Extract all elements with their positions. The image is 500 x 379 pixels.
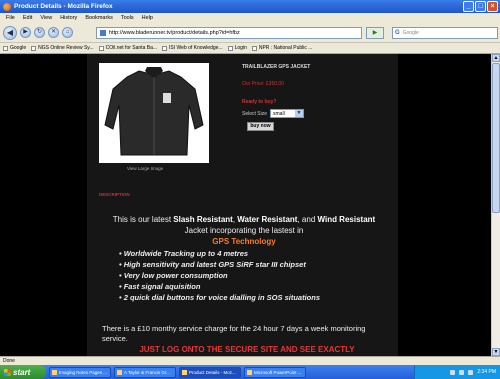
menu-history[interactable]: History bbox=[60, 15, 77, 21]
clock: 2:34 PM bbox=[477, 369, 496, 375]
taskbar-item-firefox[interactable]: Product Details - Moz... bbox=[179, 366, 241, 378]
bookmark-icon bbox=[227, 45, 233, 51]
status-bar: Done bbox=[0, 356, 500, 365]
forward-button[interactable]: ▶ bbox=[20, 27, 31, 38]
window-title: Product Details - Mozilla Firefox bbox=[14, 3, 113, 10]
list-item: Very low power consumption bbox=[119, 270, 389, 281]
bookmark-login[interactable]: Login bbox=[227, 45, 247, 51]
product-title: TRAILBLAZER GPS JACKET bbox=[242, 64, 311, 70]
taskbar-item-powerpoint[interactable]: Microsoft PowerPoint ... bbox=[244, 366, 306, 378]
view-large-image-link[interactable]: View Large Image bbox=[127, 166, 163, 171]
firefox-icon bbox=[3, 2, 11, 11]
product-image[interactable] bbox=[99, 63, 209, 163]
stop-button[interactable]: ✕ bbox=[48, 27, 59, 38]
logon-text: JUST LOG ONTO THE SECURE SITE AND SEE EX… bbox=[139, 345, 355, 354]
size-value: small bbox=[273, 110, 285, 117]
window-controls: _ □ × bbox=[463, 1, 498, 12]
scroll-down-icon[interactable]: ▼ bbox=[492, 348, 500, 356]
buy-now-button[interactable]: buy now bbox=[247, 122, 274, 131]
app-icon bbox=[182, 369, 187, 375]
start-button[interactable]: start bbox=[0, 365, 46, 379]
bookmark-isi[interactable]: ISI Web of Knowledge... bbox=[162, 45, 223, 51]
bookmark-google[interactable]: Google bbox=[3, 45, 26, 51]
size-label: Select Size bbox=[242, 110, 268, 117]
bookmark-icon bbox=[31, 45, 37, 51]
product-page: View Large Image TRAILBLAZER GPS JACKET … bbox=[87, 54, 398, 356]
scroll-up-icon[interactable]: ▲ bbox=[492, 54, 500, 62]
maximize-button[interactable]: □ bbox=[475, 1, 486, 12]
app-icon bbox=[52, 369, 57, 375]
menu-bar: File Edit View History Bookmarks Tools H… bbox=[0, 13, 500, 23]
site-favicon-icon bbox=[100, 30, 106, 36]
menu-view[interactable]: View bbox=[40, 15, 52, 21]
windows-logo-icon bbox=[4, 368, 11, 376]
size-row: Select Size small ▼ bbox=[242, 109, 305, 118]
back-button[interactable]: ◀ bbox=[3, 25, 17, 40]
volume-icon[interactable] bbox=[459, 369, 465, 375]
minimize-button[interactable]: _ bbox=[463, 1, 474, 12]
bookmark-icon bbox=[251, 45, 257, 51]
gps-technology-text: GPS Technology bbox=[212, 237, 276, 246]
vertical-scrollbar[interactable]: ▲ ▼ bbox=[491, 54, 500, 356]
size-select[interactable]: small ▼ bbox=[270, 109, 305, 118]
bookmarks-toolbar: Google NGS Online Review Sy... COil.net … bbox=[0, 43, 500, 54]
network-icon[interactable] bbox=[450, 369, 456, 375]
google-icon: G bbox=[395, 30, 400, 36]
feature-list: Worldwide Tracking up to 4 metres High s… bbox=[119, 248, 389, 303]
scroll-thumb[interactable] bbox=[492, 63, 500, 213]
bookmark-icon bbox=[162, 45, 168, 51]
page-viewport: View Large Image TRAILBLAZER GPS JACKET … bbox=[0, 54, 500, 356]
jacket-image bbox=[104, 67, 204, 156]
list-item: 2 quick dial buttons for voice dialling … bbox=[119, 292, 389, 303]
description-intro: This is our latest Slash Resistant, Wate… bbox=[112, 215, 376, 246]
list-item: Worldwide Tracking up to 4 metres bbox=[119, 248, 389, 259]
app-icon bbox=[247, 369, 252, 375]
list-item: High sensitivity and latest GPS SiRF sta… bbox=[119, 259, 389, 270]
menu-help[interactable]: Help bbox=[142, 15, 153, 21]
chevron-down-icon: ▼ bbox=[295, 110, 304, 117]
search-placeholder: Google bbox=[402, 30, 419, 36]
status-text: Done bbox=[3, 358, 15, 364]
taskbar-item-imaging[interactable]: Imaging Notes Pages ... bbox=[49, 366, 111, 378]
taskbar-item-taylor-francis[interactable]: A Taylor & Francis Gr... bbox=[114, 366, 176, 378]
system-tray: 2:34 PM bbox=[414, 365, 500, 379]
bookmark-coil[interactable]: COil.net for Santa Ba... bbox=[98, 45, 157, 51]
ready-to-buy-label: Ready to buy? bbox=[242, 99, 277, 105]
product-price: Our Price: £350.00 bbox=[242, 81, 284, 87]
bookmark-icon bbox=[3, 45, 8, 51]
title-bar: Product Details - Mozilla Firefox _ □ × bbox=[0, 0, 500, 13]
menu-edit[interactable]: Edit bbox=[23, 15, 32, 21]
home-button[interactable]: ⌂ bbox=[62, 27, 73, 38]
bookmark-ngs[interactable]: NGS Online Review Sy... bbox=[31, 45, 94, 51]
service-charge-text: There is a £10 monthy service charge for… bbox=[102, 324, 366, 343]
bookmark-icon bbox=[98, 45, 104, 51]
close-button[interactable]: × bbox=[487, 1, 498, 12]
list-item: Fast signal aquisition bbox=[119, 281, 389, 292]
navigation-toolbar: ◀ ▶ ↻ ✕ ⌂ http://www.bladerunner.tv/prod… bbox=[0, 23, 500, 43]
search-input[interactable]: G Google bbox=[392, 27, 498, 39]
menu-bookmarks[interactable]: Bookmarks bbox=[85, 15, 113, 21]
menu-tools[interactable]: Tools bbox=[121, 15, 134, 21]
bookmark-npr[interactable]: NPR : National Public ... bbox=[251, 45, 312, 51]
windows-taskbar: start Imaging Notes Pages ... A Taylor &… bbox=[0, 365, 500, 379]
description-heading: DESCRIPTION bbox=[99, 192, 130, 197]
app-icon bbox=[117, 369, 122, 375]
reload-button[interactable]: ↻ bbox=[34, 27, 45, 38]
url-bar[interactable]: http://www.bladerunner.tv/product/detail… bbox=[96, 27, 362, 39]
go-button[interactable]: ▶ bbox=[366, 27, 384, 39]
menu-file[interactable]: File bbox=[6, 15, 15, 21]
url-text: http://www.bladerunner.tv/product/detail… bbox=[109, 30, 240, 36]
security-icon[interactable] bbox=[468, 369, 474, 375]
